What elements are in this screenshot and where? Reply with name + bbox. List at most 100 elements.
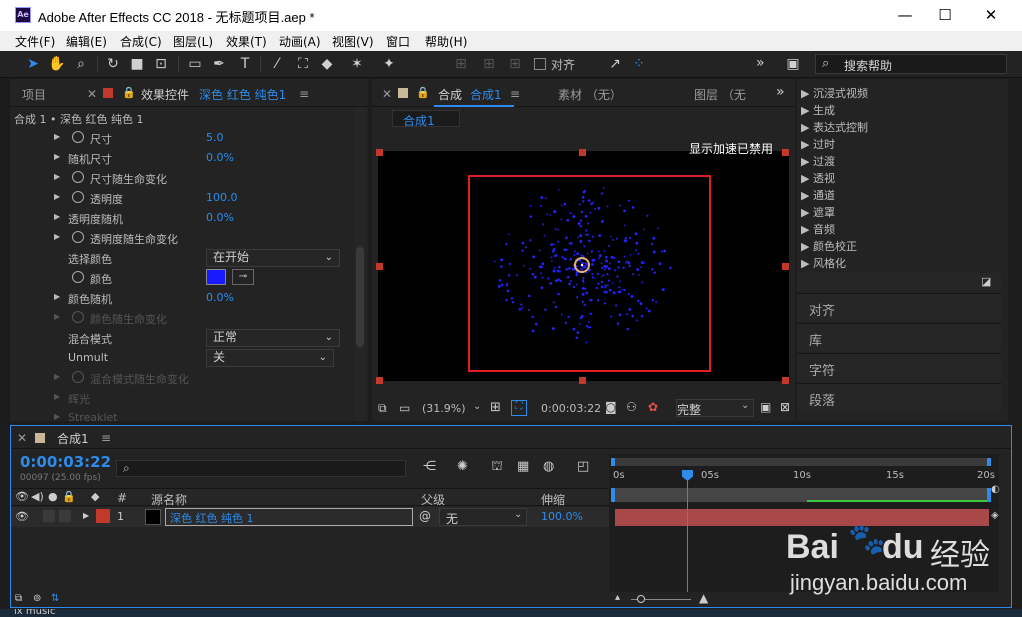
draft-3d-icon[interactable]: ✺ [457,459,468,474]
color-swatch[interactable] [206,269,226,285]
layer-tab[interactable]: 图层 （无 [694,86,746,103]
property-row[interactable]: ▶ 尺寸 5.0 [10,128,360,148]
zoom-out-icon[interactable]: ▴ [615,592,620,603]
menu-file[interactable]: 文件(F) [15,33,55,50]
stopwatch-icon[interactable] [72,271,84,283]
stretch-value[interactable]: 100.0% [541,510,583,523]
shy-layers-icon[interactable]: ⛫ [491,459,503,476]
effects-scroll-thumb[interactable] [356,247,364,347]
eyedropper-icon[interactable]: ⊸ [232,269,254,285]
type-tool-icon[interactable]: T [236,55,254,73]
resolution-dropdown[interactable]: 完整 ⌄ [676,399,754,417]
panel-menu-icon[interactable]: ≡ [510,87,520,101]
menu-layer[interactable]: 图层(L) [173,33,213,50]
maximize-button[interactable]: ☐ [922,0,968,31]
layer-handle[interactable] [579,149,586,156]
puppet-tool-icon[interactable]: ✦ [380,55,398,73]
property-row[interactable]: ▶ 透明度 100.0 [10,188,360,208]
motion-blur-icon[interactable]: ◍ [543,459,554,474]
rectangle-tool-icon[interactable]: ▭ [186,55,204,73]
preset-category[interactable]: ▶ 通道 [801,187,835,203]
effect-controls-tab-label[interactable]: 效果控件 [141,86,189,103]
zoom-in-icon[interactable]: ▲ [699,591,708,605]
preset-category[interactable]: ▶ 遮罩 [801,204,835,220]
hand-tool-icon[interactable]: ✋ [48,55,66,73]
channel-icon[interactable]: ✿ [648,400,658,414]
footage-tab[interactable]: 素材 （无） [558,86,622,103]
roto-brush-tool-icon[interactable]: ✶ [348,55,366,73]
help-search-input[interactable]: ⌕ 搜索帮助 [815,54,1007,74]
solo-icon[interactable]: ● [48,490,58,503]
toolbar-overflow-icon[interactable]: » [756,55,765,71]
chevron-down-icon[interactable]: ⌄ [473,401,481,412]
property-value[interactable]: 0.0% [206,211,234,224]
snapping-checkbox[interactable] [534,58,546,70]
comp-tab-name[interactable]: 合成1 [470,86,502,103]
axis-local-icon[interactable]: ⊞ [452,55,470,73]
clone-stamp-tool-icon[interactable]: ⛶ [294,55,312,73]
effects-scrollbar[interactable] [355,107,365,421]
close-button[interactable]: ✕ [968,0,1014,31]
layer-handle[interactable] [782,263,789,270]
comp-tab-label[interactable]: 合成 [438,86,462,103]
anchor-point-icon[interactable] [574,257,590,273]
solo-toggle[interactable] [43,510,55,522]
select-color-row[interactable]: 选择颜色 在开始 ⌄ [10,248,360,268]
mask-visibility-icon[interactable]: ⛶ [511,400,527,416]
current-time[interactable]: 0:00:03:22 [541,402,601,415]
color-row[interactable]: 颜色 ⊸ [10,268,360,288]
in-out-duration-icon[interactable]: ⇅ [51,593,59,604]
parent-dropdown[interactable]: 无 ⌄ [439,508,527,526]
snapshot-icon[interactable]: ◙ [605,400,617,414]
selection-tool-icon[interactable]: ➤ [24,55,42,73]
comp-button-icon[interactable]: ◐ [991,484,1011,504]
lock-icon[interactable]: 🔒 [62,490,76,503]
comp-mini-flowchart-icon[interactable]: ⋲ [423,459,436,474]
composition-viewer[interactable]: 显示加速已禁用 [376,142,789,384]
effect-controls-tab-layer[interactable]: 深色 红色 纯色1 [199,86,286,103]
unmult-row[interactable]: Unmult 关 ⌄ [10,348,360,368]
playhead-icon[interactable] [682,470,693,481]
label-icon[interactable]: ◆ [91,490,99,503]
property-value[interactable]: 100.0 [206,191,238,204]
workspace-icon[interactable]: ▣ [784,55,802,73]
column-parent[interactable]: 父级 [421,491,445,508]
rotate-tool-icon[interactable]: ↻ [104,55,122,73]
layer-name-field[interactable]: 深色 红色 纯色 1 [165,508,413,526]
time-navigator[interactable] [611,458,991,466]
stopwatch-icon[interactable] [72,171,84,183]
visibility-icon[interactable]: 👁 [15,510,29,523]
audio-icon[interactable]: ◀) [31,490,44,503]
stopwatch-icon[interactable] [72,131,84,143]
comp-subtab[interactable]: 合成1 [392,110,460,128]
eraser-tool-icon[interactable]: ◆ [318,55,336,73]
expand-arrow-icon[interactable]: ▶ [54,292,60,301]
visibility-icon[interactable]: 👁 [15,490,29,503]
axis-world-icon[interactable]: ⊞ [480,55,498,73]
show-snapshot-icon[interactable]: ⚇ [626,400,637,414]
menu-help[interactable]: 帮助(H) [425,33,467,50]
layer-duration-bar[interactable] [615,509,989,526]
preset-category[interactable]: ▶ 过渡 [801,153,835,169]
layer-switches-icon[interactable]: ⧉ [15,593,22,604]
menu-composition[interactable]: 合成(C) [120,33,162,50]
preset-category[interactable]: ▶ 颜色校正 [801,238,857,254]
menu-animation[interactable]: 动画(A) [279,33,321,50]
layer-handle[interactable] [579,377,586,384]
transparency-grid-icon[interactable]: ⊠ [780,400,790,414]
zoom-tool-icon[interactable]: ⌕ [72,55,90,73]
layer-handle[interactable] [782,149,789,156]
preset-category[interactable]: ▶ 过时 [801,136,835,152]
expand-arrow-icon[interactable]: ▶ [54,132,60,141]
lock-icon[interactable]: 🔒 [122,86,136,99]
menu-edit[interactable]: 编辑(E) [66,33,107,50]
unmult-dropdown[interactable]: 关 ⌄ [206,349,334,367]
blend-mode-row[interactable]: 混合模式 正常 ⌄ [10,328,360,348]
close-tab-icon[interactable]: ✕ [87,87,97,101]
new-bin-icon[interactable]: ◪ [981,275,991,288]
panel-menu-icon[interactable]: ≡ [299,87,309,101]
preset-category[interactable]: ▶ 音频 [801,221,835,237]
lock-icon[interactable]: 🔒 [416,86,430,99]
layer-search-input[interactable]: ⌕ [116,460,406,477]
pick-whip-icon[interactable]: @ [419,509,431,523]
